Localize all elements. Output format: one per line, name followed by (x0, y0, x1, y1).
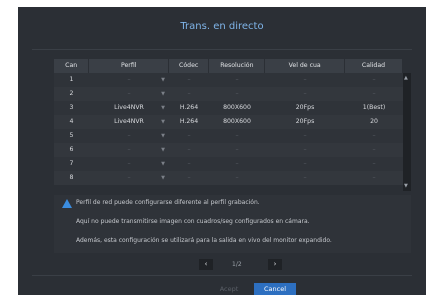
header-codec: Códec (169, 59, 210, 73)
cell-resolution: 800X600 (223, 104, 251, 111)
cell-framerate: – (303, 160, 307, 167)
profile-value: – (127, 146, 131, 153)
table-row[interactable]: 7– ▼ – – – – (54, 157, 403, 171)
cell-resolution: – (235, 90, 239, 97)
cell-resolution: – (235, 132, 239, 139)
cell-profile[interactable]: – ▼ (89, 129, 169, 143)
cell-codec: – (187, 90, 191, 97)
cell-framerate: 20Fps (295, 118, 315, 125)
cell-channel: 6 (69, 146, 74, 153)
header-vel-de-cua: Vel de cua (265, 59, 345, 73)
cell-channel: 2 (69, 90, 74, 97)
cell-quality: – (372, 160, 376, 167)
cell-profile[interactable]: – ▼ (89, 157, 169, 171)
scroll-down-icon[interactable]: ▼ (404, 183, 408, 189)
profile-value: – (127, 90, 131, 97)
pagination: ‹ 1/2 › (18, 259, 426, 271)
profile-value: Live4NVR (114, 104, 144, 111)
dropdown-caret-icon[interactable]: ▼ (161, 115, 165, 129)
cell-profile[interactable]: – ▼ (89, 87, 169, 101)
cell-codec: – (187, 76, 191, 83)
live-stream-dialog: Trans. en directo Can Perfil Códec Resol… (18, 7, 426, 295)
dropdown-caret-icon[interactable]: ▼ (161, 143, 165, 157)
cell-quality: – (372, 146, 376, 153)
cell-resolution: – (235, 146, 239, 153)
cell-quality: – (372, 76, 376, 83)
note-line-1: Perfil de red puede configurarse diferen… (76, 199, 260, 206)
note-line-3: Además, esta configuración se utilizará … (76, 237, 332, 244)
cell-profile[interactable]: Live4NVR ▼ (89, 115, 169, 129)
dropdown-caret-icon[interactable]: ▼ (161, 101, 165, 115)
page-indicator: 1/2 (232, 261, 242, 268)
cell-framerate: – (303, 132, 307, 139)
cell-channel: 3 (69, 104, 74, 111)
cell-channel: 1 (69, 76, 74, 83)
cell-quality: – (372, 132, 376, 139)
cell-channel: 5 (69, 132, 74, 139)
header-resolucion: Resolución (209, 59, 266, 73)
cell-framerate: – (303, 90, 307, 97)
note-line-2: Aquí no puede transmitirse imagen con cu… (76, 218, 310, 225)
cell-framerate: – (303, 146, 307, 153)
cell-codec: – (187, 160, 191, 167)
cell-channel: 8 (69, 174, 74, 181)
prev-page-button[interactable]: ‹ (199, 259, 213, 270)
table-row[interactable]: 2– ▼ – – – – (54, 87, 403, 101)
cell-profile[interactable]: – ▼ (89, 73, 169, 87)
accept-button[interactable]: Acept (209, 283, 249, 295)
cell-profile[interactable]: Live4NVR ▼ (89, 101, 169, 115)
table-body: 1– ▼ – – – –2– ▼ – – – –3 Live4NVR ▼ H.264 800X600 20Fp… (54, 73, 403, 185)
table-row[interactable]: 5– ▼ – – – – (54, 129, 403, 143)
cell-codec: – (187, 132, 191, 139)
cell-resolution: – (235, 76, 239, 83)
table-header: Can Perfil Códec Resolución Vel de cua C… (54, 59, 403, 73)
dropdown-caret-icon[interactable]: ▼ (161, 157, 165, 171)
cell-codec: – (187, 174, 191, 181)
cell-quality: 20 (370, 118, 378, 125)
profile-value: Live4NVR (114, 118, 144, 125)
footer-divider (32, 275, 412, 276)
profile-value: – (127, 160, 131, 167)
table-row[interactable]: 8– ▼ – – – – (54, 171, 403, 185)
cell-quality: – (372, 174, 376, 181)
cell-codec: H.264 (179, 118, 199, 125)
cell-codec: H.264 (179, 104, 199, 111)
cell-channel: 7 (69, 160, 74, 167)
channel-table: Can Perfil Códec Resolución Vel de cua C… (54, 59, 403, 185)
cell-quality: – (372, 90, 376, 97)
cell-framerate: 20Fps (295, 104, 315, 111)
cell-resolution: 800X600 (223, 118, 251, 125)
info-notes: Perfil de red puede configurarse diferen… (54, 195, 411, 253)
table-row[interactable]: 4 Live4NVR ▼ H.264 800X600 20Fps 20 (54, 115, 403, 129)
dropdown-caret-icon[interactable]: ▼ (161, 87, 165, 101)
profile-value: – (127, 174, 131, 181)
profile-value: – (127, 76, 131, 83)
cell-profile[interactable]: – ▼ (89, 143, 169, 157)
dropdown-caret-icon[interactable]: ▼ (161, 129, 165, 143)
table-row[interactable]: 1– ▼ – – – – (54, 73, 403, 87)
header-calidad: Calidad (345, 59, 403, 73)
cell-channel: 4 (69, 118, 74, 125)
cell-profile[interactable]: – ▼ (89, 171, 169, 185)
cell-resolution: – (235, 174, 239, 181)
cell-quality: 1(Best) (362, 104, 386, 111)
table-row[interactable]: 3 Live4NVR ▼ H.264 800X600 20Fps 1(Best) (54, 101, 403, 115)
table-scrollbar[interactable]: ▲ ▼ (403, 73, 411, 191)
scroll-up-icon[interactable]: ▲ (404, 75, 408, 81)
dropdown-caret-icon[interactable]: ▼ (161, 73, 165, 87)
header-perfil: Perfil (89, 59, 170, 73)
profile-value: – (127, 132, 131, 139)
table-row[interactable]: 6– ▼ – – – – (54, 143, 403, 157)
dialog-title: Trans. en directo (180, 21, 264, 32)
cell-framerate: – (303, 174, 307, 181)
title-divider (32, 49, 412, 50)
next-page-button[interactable]: › (268, 259, 282, 270)
cell-framerate: – (303, 76, 307, 83)
cancel-button[interactable]: Cancel (254, 283, 296, 295)
warning-icon (62, 199, 72, 208)
dropdown-caret-icon[interactable]: ▼ (161, 171, 165, 185)
cell-resolution: – (235, 160, 239, 167)
header-can: Can (54, 59, 90, 73)
cell-codec: – (187, 146, 191, 153)
